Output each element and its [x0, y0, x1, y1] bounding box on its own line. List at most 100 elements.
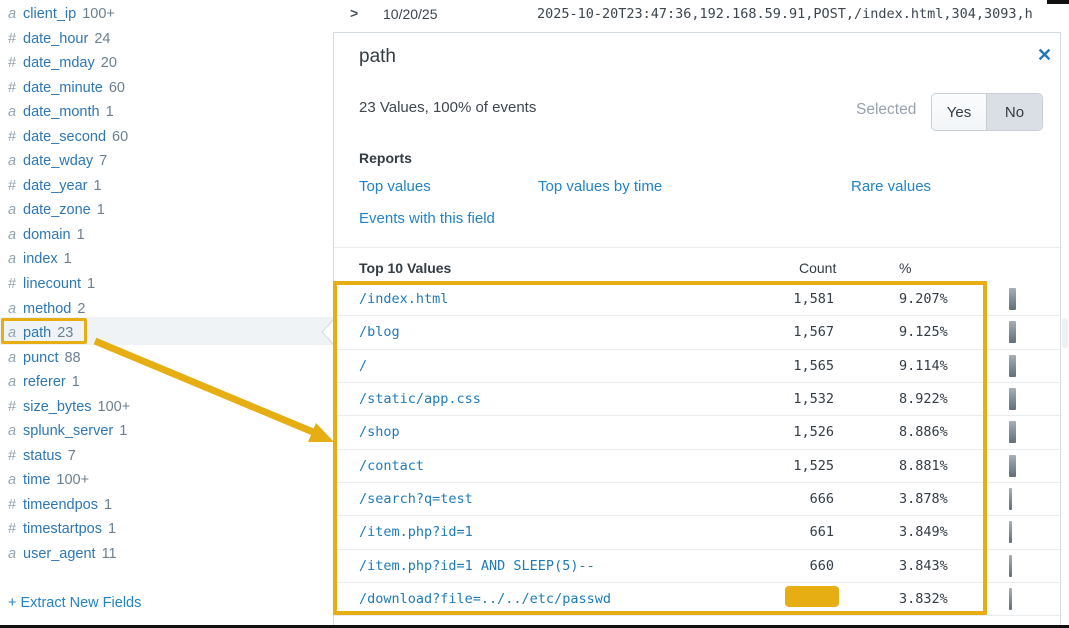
top-10-values-header: Top 10 Values: [359, 260, 451, 276]
count-header: Count: [799, 260, 836, 276]
sidebar-field-splunk_server[interactable]: asplunk_server1: [0, 419, 333, 444]
event-expand-chevron-icon[interactable]: >: [350, 5, 358, 21]
field-name[interactable]: date_zone: [23, 202, 91, 218]
field-distinct-count: 1: [106, 104, 114, 120]
top-values-link[interactable]: Top values: [359, 178, 431, 195]
popup-callout-notch: [320, 318, 336, 348]
field-name[interactable]: date_second: [23, 129, 106, 145]
field-name[interactable]: method: [23, 301, 71, 317]
value-link[interactable]: /contact: [359, 458, 424, 474]
selected-yes-button[interactable]: Yes: [932, 94, 987, 130]
string-field-icon: a: [8, 2, 23, 27]
sidebar-field-user_agent[interactable]: auser_agent11: [0, 542, 333, 567]
value-link[interactable]: /index.html: [359, 291, 448, 307]
field-distinct-count: 20: [101, 55, 117, 71]
sidebar-field-status[interactable]: #status 7: [0, 444, 333, 469]
field-name[interactable]: size_bytes: [23, 399, 92, 415]
field-distinct-count: 1: [108, 521, 116, 537]
field-name[interactable]: status: [23, 448, 62, 464]
sidebar-field-date_month[interactable]: adate_month1: [0, 100, 333, 125]
field-name[interactable]: timeendpos: [23, 497, 98, 513]
field-name[interactable]: punct: [23, 350, 58, 366]
field-distinct-count: 1: [104, 497, 112, 513]
numeric-field-icon: #: [8, 444, 23, 469]
sidebar-field-date_hour[interactable]: #date_hour24: [0, 27, 333, 52]
string-field-icon: a: [8, 149, 23, 174]
sidebar-field-date_mday[interactable]: #date_mday20: [0, 51, 333, 76]
scrollbar-thumb[interactable]: [1062, 318, 1068, 348]
selected-no-button[interactable]: No: [987, 94, 1042, 130]
value-row-1: /index.html1,5819.207%: [334, 283, 1062, 316]
sidebar-field-method[interactable]: amethod2: [0, 297, 333, 322]
field-name[interactable]: client_ip: [23, 6, 76, 22]
splunk-field-summary-screen: aclient_ip100+#date_hour24#date_mday20#d…: [0, 0, 1069, 628]
sidebar-field-time[interactable]: atime100+: [0, 468, 333, 493]
sidebar-field-timeendpos[interactable]: #timeendpos 1: [0, 493, 333, 518]
percent-bar: [1009, 455, 1016, 477]
field-distinct-count: 60: [112, 129, 128, 145]
sidebar-field-date_minute[interactable]: #date_minute60: [0, 76, 333, 101]
string-field-icon: a: [8, 370, 23, 395]
field-name[interactable]: date_month: [23, 104, 100, 120]
string-field-icon: a: [8, 223, 23, 248]
field-name[interactable]: date_minute: [23, 80, 103, 96]
field-name[interactable]: date_year: [23, 178, 88, 194]
values-table-body: /index.html1,5819.207%/blog1,5679.125% / 1…: [334, 283, 1062, 616]
sidebar-field-timestartpos[interactable]: #timestartpos 1: [0, 517, 333, 542]
value-link[interactable]: /static/app.css: [359, 391, 481, 407]
value-link[interactable]: /download?file=../../etc/passwd: [359, 591, 611, 607]
field-name[interactable]: time: [23, 472, 50, 488]
field-name[interactable]: date_mday: [23, 55, 95, 71]
value-count: 1,525: [766, 458, 834, 474]
fields-sidebar: aclient_ip100+#date_hour24#date_mday20#d…: [0, 0, 333, 628]
sidebar-field-referer[interactable]: areferer1: [0, 370, 333, 395]
sidebar-field-date_year[interactable]: #date_year1: [0, 174, 333, 199]
field-name[interactable]: domain: [23, 227, 71, 243]
value-link[interactable]: /search?q=test: [359, 491, 473, 507]
string-field-icon: a: [8, 468, 23, 493]
sidebar-field-index[interactable]: aindex1: [0, 247, 333, 272]
close-icon[interactable]: ✕: [1037, 45, 1052, 65]
value-link[interactable]: /item.php?id=1 AND SLEEP(5)--: [359, 558, 595, 574]
rare-values-link[interactable]: Rare values: [851, 178, 931, 195]
sidebar-field-path[interactable]: apath23: [0, 321, 333, 346]
value-row-4: /static/app.css1,5328.922%: [334, 383, 1062, 416]
field-distinct-count: 11: [102, 546, 117, 562]
sidebar-field-linecount[interactable]: #linecount1: [0, 272, 333, 297]
sidebar-field-client_ip[interactable]: aclient_ip100+: [0, 2, 333, 27]
field-name[interactable]: index: [23, 251, 58, 267]
sidebar-field-date_zone[interactable]: adate_zone1: [0, 198, 333, 223]
sidebar-field-punct[interactable]: apunct88: [0, 346, 333, 371]
sidebar-field-domain[interactable]: adomain1: [0, 223, 333, 248]
value-percent: 3.849%: [899, 524, 948, 540]
value-link[interactable]: /item.php?id=1: [359, 524, 473, 540]
top-values-by-time-link[interactable]: Top values by time: [538, 178, 662, 195]
numeric-field-icon: #: [8, 493, 23, 518]
value-link[interactable]: /blog: [359, 324, 400, 340]
value-row-2: /blog1,5679.125%: [334, 316, 1062, 349]
value-link[interactable]: /: [359, 358, 367, 374]
field-name[interactable]: date_hour: [23, 31, 88, 47]
field-name[interactable]: user_agent: [23, 546, 96, 562]
numeric-field-icon: #: [8, 27, 23, 52]
sidebar-field-size_bytes[interactable]: #size_bytes100+: [0, 395, 333, 420]
value-percent: 3.878%: [899, 491, 948, 507]
sidebar-field-date_second[interactable]: #date_second60: [0, 125, 333, 150]
value-count: 660: [766, 558, 834, 574]
extract-new-fields-link[interactable]: + Extract New Fields: [8, 595, 141, 611]
event-row: > 10/20/25 2025-10-20T23:47:36,192.168.5…: [333, 0, 1069, 30]
numeric-field-icon: #: [8, 517, 23, 542]
field-name[interactable]: referer: [23, 374, 66, 390]
field-name[interactable]: timestartpos: [23, 521, 102, 537]
value-count: 1,526: [766, 424, 834, 440]
field-name[interactable]: linecount: [23, 276, 81, 292]
field-name[interactable]: date_wday: [23, 153, 93, 169]
field-distinct-count: 7: [68, 448, 76, 464]
field-name[interactable]: path: [23, 325, 51, 341]
events-with-this-field-link[interactable]: Events with this field: [359, 210, 495, 227]
value-count: 661: [766, 524, 834, 540]
field-name[interactable]: splunk_server: [23, 423, 113, 439]
value-link[interactable]: /shop: [359, 424, 400, 440]
value-row-9: /item.php?id=1 AND SLEEP(5)--6603.843%: [334, 550, 1062, 583]
sidebar-field-date_wday[interactable]: adate_wday7: [0, 149, 333, 174]
